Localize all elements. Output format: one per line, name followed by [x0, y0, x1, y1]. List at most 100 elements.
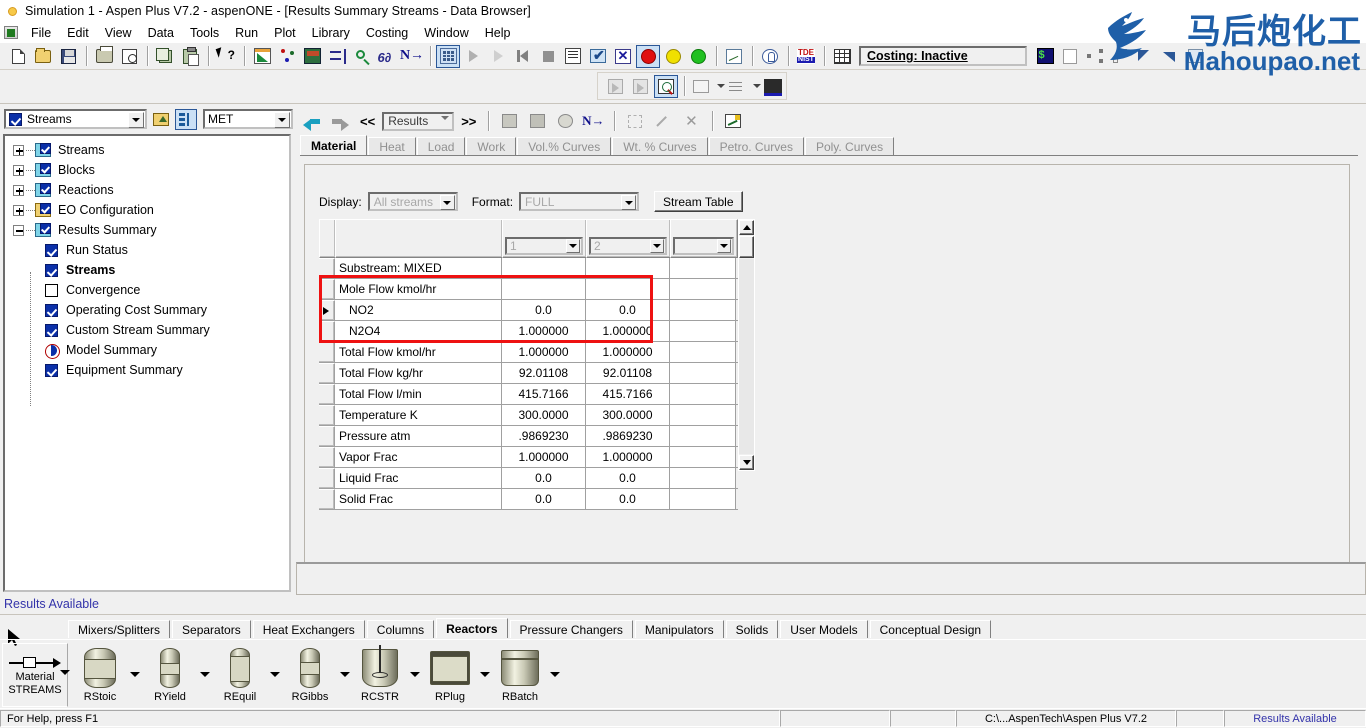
chevron-down-icon[interactable]	[650, 239, 664, 253]
tab-load[interactable]: Load	[416, 137, 466, 156]
next-input-icon[interactable]: N→	[581, 110, 605, 133]
grid-header-col-2[interactable]: 2	[586, 219, 671, 258]
menu-library[interactable]: Library	[304, 24, 358, 42]
tab-heat[interactable]: Heat	[368, 137, 416, 156]
table-row[interactable]: Solid Frac 0.0 0.0	[319, 489, 738, 510]
status-green-icon[interactable]	[686, 45, 710, 68]
rgibbs-dropdown-icon[interactable]	[338, 640, 352, 709]
ryield-dropdown-icon[interactable]	[198, 640, 212, 709]
cell-stream-2[interactable]: 0.0	[586, 468, 670, 488]
history-icon[interactable]	[722, 45, 746, 68]
chevron-down-icon[interactable]	[753, 84, 762, 88]
requil-dropdown-icon[interactable]	[268, 640, 282, 709]
palette-tab-mixers-splitters[interactable]: Mixers/Splitters	[68, 620, 171, 638]
cell-stream-3[interactable]	[670, 300, 736, 320]
menu-plot[interactable]: Plot	[266, 24, 304, 42]
cell-stream-2[interactable]	[586, 258, 670, 278]
cell-stream-1[interactable]: 1.000000	[502, 447, 586, 467]
scrollbar-track[interactable]	[739, 259, 754, 454]
tab-material[interactable]: Material	[300, 135, 368, 156]
sheet-tabs[interactable]: Material Heat Load Work Vol.% Curves Wt. % Cu…	[300, 135, 895, 156]
status-yellow-icon[interactable]	[661, 45, 685, 68]
scroll-down-button[interactable]	[739, 455, 754, 470]
menu-run[interactable]: Run	[227, 24, 266, 42]
prev-sheet-button[interactable]: <<	[356, 114, 379, 129]
scrollbar-thumb[interactable]	[739, 236, 754, 258]
check-results-icon[interactable]	[586, 45, 610, 68]
boat-left-icon[interactable]	[1133, 45, 1157, 68]
palette-tabs[interactable]: Mixers/Splitters Separators Heat Exchanger…	[68, 618, 993, 638]
cell-stream-1[interactable]: 92.01108	[502, 363, 586, 383]
row-label[interactable]: Total Flow kmol/hr	[335, 342, 502, 362]
properties-icon[interactable]	[300, 45, 324, 68]
tree-item-custom-stream-summary[interactable]: Custom Stream Summary	[5, 320, 289, 340]
tab-work[interactable]: Work	[466, 137, 517, 156]
rcstr-dropdown-icon[interactable]	[408, 640, 422, 709]
row-label[interactable]: Mole Flow kmol/hr	[335, 279, 502, 299]
cell-stream-2[interactable]: .9869230	[586, 426, 670, 446]
stream-table-button[interactable]: Stream Table	[654, 191, 743, 212]
menu-data[interactable]: Data	[140, 24, 182, 42]
menu-view[interactable]: View	[97, 24, 140, 42]
palette-tab-solids[interactable]: Solids	[725, 620, 779, 638]
status-red-icon[interactable]	[636, 44, 660, 68]
row-label[interactable]: NO2	[335, 300, 502, 320]
cell-stream-2[interactable]: 0.0	[586, 300, 670, 320]
cell-stream-3[interactable]	[670, 384, 736, 404]
model-rcstr[interactable]: RCSTR	[352, 645, 408, 703]
print-icon[interactable]	[92, 45, 116, 68]
collapse-icon[interactable]	[13, 224, 24, 236]
chevron-down-icon[interactable]	[621, 195, 637, 210]
run-icon[interactable]	[461, 45, 485, 68]
cell-stream-1[interactable]	[502, 258, 586, 278]
paste-sheet-icon[interactable]	[525, 110, 549, 133]
cell-stream-3[interactable]	[670, 258, 736, 278]
cell-stream-1[interactable]: 1.000000	[502, 342, 586, 362]
stream-results-grid[interactable]: 1 2 Substream: MIXED Mole Flow kmol/hr N…	[319, 219, 755, 510]
row-label[interactable]: Liquid Frac	[335, 468, 502, 488]
step-icon[interactable]	[486, 45, 510, 68]
table-row[interactable]: Vapor Frac 1.000000 1.000000	[319, 447, 738, 468]
units-set-combo[interactable]: MET	[203, 109, 293, 129]
control-panel-icon[interactable]	[561, 45, 585, 68]
open-folder-icon[interactable]	[31, 45, 55, 68]
new-object-icon[interactable]	[623, 110, 647, 133]
cell-stream-1[interactable]: 300.0000	[502, 405, 586, 425]
object-selector-combo[interactable]: Streams	[4, 109, 147, 129]
blocks-icon[interactable]	[350, 45, 374, 68]
cell-stream-3[interactable]	[670, 279, 736, 299]
rename-object-icon[interactable]	[651, 110, 675, 133]
data-browser-icon[interactable]	[436, 44, 460, 68]
stream-2-combo[interactable]: 2	[589, 237, 667, 255]
grid-header-col-3[interactable]	[670, 219, 738, 258]
setup-icon[interactable]	[250, 45, 274, 68]
row-label[interactable]: Pressure atm	[335, 426, 502, 446]
tree-item-model-summary[interactable]: Model Summary	[5, 340, 289, 360]
cell-stream-2[interactable]: 300.0000	[586, 405, 670, 425]
cell-stream-2[interactable]: 415.7166	[586, 384, 670, 404]
navigation-tree[interactable]: Streams Blocks Reactions EO Configuration Re…	[3, 134, 291, 592]
image-options-icon[interactable]	[690, 75, 714, 98]
tab-wt-curves[interactable]: Wt. % Curves	[612, 137, 708, 156]
reconcile-icon[interactable]: ✕	[611, 45, 635, 68]
row-label[interactable]: Solid Frac	[335, 489, 502, 509]
stream-3-combo[interactable]	[673, 237, 734, 255]
cell-stream-3[interactable]	[670, 405, 736, 425]
model-requil[interactable]: REquil	[212, 646, 268, 703]
streams-dropdown-icon[interactable]	[60, 670, 70, 675]
filmstrip-icon[interactable]	[761, 75, 785, 98]
expand-icon[interactable]	[13, 184, 24, 196]
tree-item-operating-cost-summary[interactable]: Operating Cost Summary	[5, 300, 289, 320]
back-arrow-icon[interactable]	[300, 110, 324, 133]
table-row[interactable]: NO2 0.0 0.0	[319, 300, 738, 321]
squares-icon[interactable]	[1108, 45, 1132, 68]
cell-stream-3[interactable]	[670, 468, 736, 488]
model-rgibbs[interactable]: RGibbs	[282, 646, 338, 703]
row-label[interactable]: Total Flow kg/hr	[335, 363, 502, 383]
cell-stream-1[interactable]: 0.0	[502, 489, 586, 509]
table-row[interactable]: Pressure atm .9869230.9869230	[319, 426, 738, 447]
model-analysis-icon[interactable]	[758, 45, 782, 68]
palette-tab-conceptual-design[interactable]: Conceptual Design	[869, 620, 992, 638]
next-icon[interactable]: N→	[400, 45, 424, 68]
costing-icon[interactable]	[1033, 45, 1057, 68]
